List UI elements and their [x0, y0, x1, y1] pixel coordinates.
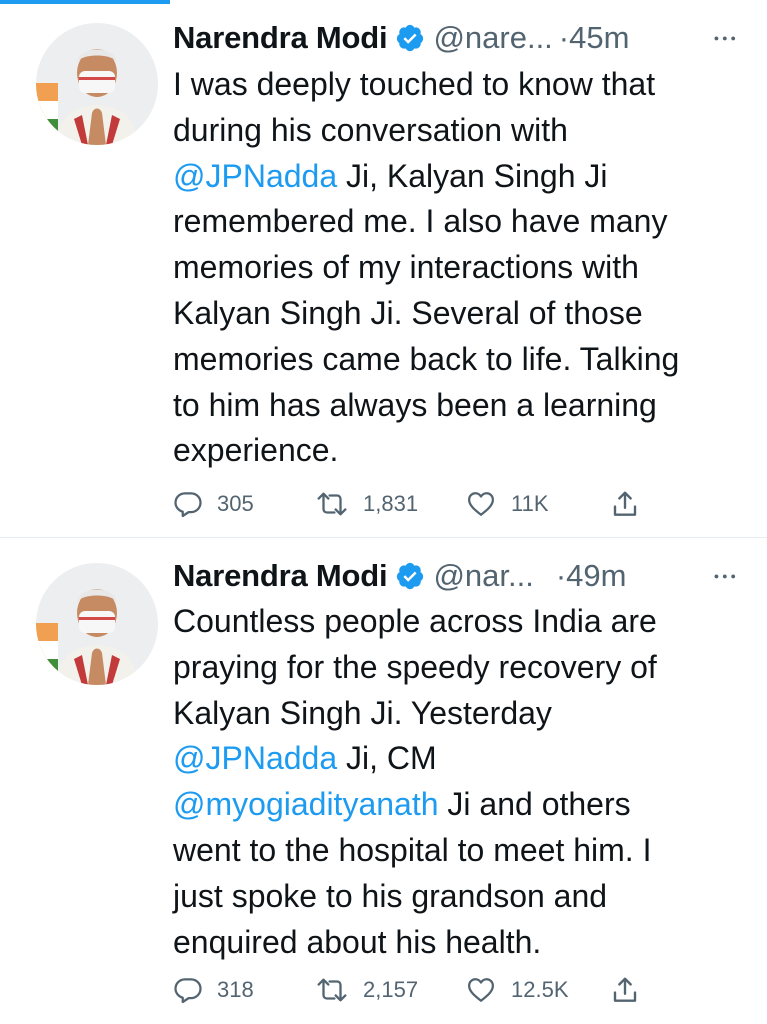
author-name[interactable]: Narendra Modi	[173, 20, 388, 56]
author-name[interactable]: Narendra Modi	[173, 558, 388, 594]
author-handle[interactable]: @nar...	[433, 558, 533, 594]
tweet-text-line: Kalyan Singh Ji. Several of those	[173, 294, 643, 331]
like-count: 11K	[511, 491, 549, 516]
retweet-icon	[317, 978, 347, 1002]
like-button[interactable]: 12.5K	[465, 972, 569, 1008]
tweet-actions: 318 2,157 12.5K	[173, 972, 667, 1008]
tweet-text-line: I was deeply touched to know that	[173, 66, 656, 102]
heart-icon	[468, 492, 494, 516]
author-handle[interactable]: @nare...	[433, 20, 552, 56]
like-count: 12.5K	[511, 977, 569, 1002]
tweet-text-line: remembered me. I also have many	[173, 203, 668, 240]
more-options-icon[interactable]: ●●●	[714, 556, 739, 596]
more-options-icon[interactable]: ●●●	[714, 18, 739, 58]
mention-link[interactable]: @JPNadda	[173, 158, 337, 194]
like-button[interactable]: 11K	[465, 486, 549, 522]
share-button[interactable]	[610, 972, 640, 1008]
tweet-header: Narendra Modi @nare... ·45m ●●●	[173, 18, 739, 58]
profile-photo-icon	[36, 23, 158, 145]
tweet-text-line: @myogiadityanath Ji and others	[173, 786, 631, 823]
tweet-header: Narendra Modi @nar... ·49m ●●●	[173, 556, 739, 596]
tweet-text-line: to him has always been a learning	[173, 386, 657, 423]
reply-count: 318	[217, 977, 254, 1002]
share-icon	[613, 491, 637, 516]
tweet-time[interactable]: ·49m	[556, 558, 627, 594]
tweet-text-line: went to the hospital to meet him. I	[173, 831, 652, 868]
profile-photo-icon	[36, 563, 158, 685]
tweet-text-line: praying for the speedy recovery of	[173, 648, 657, 685]
reply-button[interactable]: 318	[173, 972, 254, 1008]
tweet-text-line: @JPNadda Ji, Kalyan Singh Ji	[173, 157, 608, 194]
retweet-count: 1,831	[363, 491, 419, 516]
avatar[interactable]	[36, 23, 158, 145]
reply-icon	[174, 978, 202, 1004]
tweet-text-line: during his conversation with	[173, 111, 568, 148]
tweet[interactable]: Narendra Modi @nare... ·45m ●●● I was de…	[0, 0, 767, 538]
share-button[interactable]	[610, 486, 640, 522]
tweet-actions: 305 1,831 11K	[173, 486, 667, 522]
retweet-button[interactable]: 2,157	[315, 972, 418, 1008]
mention-link[interactable]: @JPNadda	[173, 740, 337, 776]
tweet-text-line: just spoke to his grandson and	[173, 877, 608, 914]
verified-badge-icon	[395, 23, 425, 53]
mention-link[interactable]: @myogiadityanath	[173, 786, 439, 822]
tweet-text-line: @JPNadda Ji, CM	[173, 740, 437, 777]
tweet-time[interactable]: ·45m	[559, 20, 630, 56]
reply-button[interactable]: 305	[173, 486, 254, 522]
tweet-text-line: memories of my interactions with	[173, 249, 639, 286]
retweet-button[interactable]: 1,831	[315, 486, 418, 522]
verified-badge-icon	[395, 561, 425, 591]
tweet-feed: Narendra Modi @nare... ·45m ●●● I was de…	[0, 0, 767, 1024]
tweet-text-line: enquired about his health.	[173, 923, 542, 960]
retweet-icon	[317, 492, 347, 516]
tweet-text-line: Countless people across India are	[173, 603, 657, 639]
tweet-text-line: experience.	[173, 432, 339, 469]
reply-icon	[174, 492, 202, 518]
tweet-text: Countless people across India are prayin…	[173, 599, 747, 965]
tweet[interactable]: Narendra Modi @nar... ·49m ●●● Countless…	[0, 538, 767, 1024]
share-icon	[613, 977, 637, 1002]
tweet-text-line: Kalyan Singh Ji. Yesterday	[173, 694, 552, 731]
tweet-text-line: memories came back to life. Talking	[173, 340, 680, 377]
avatar[interactable]	[36, 563, 158, 685]
retweet-count: 2,157	[363, 977, 419, 1002]
tweet-text: I was deeply touched to know that during…	[173, 62, 747, 474]
heart-icon	[468, 978, 494, 1002]
reply-count: 305	[217, 491, 254, 516]
